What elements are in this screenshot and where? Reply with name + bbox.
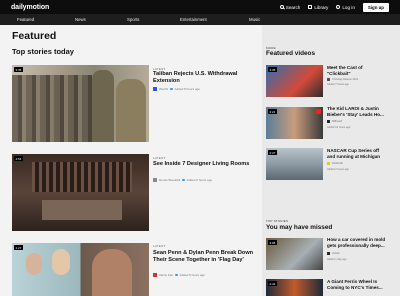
video-thumbnail[interactable]: 3:35 bbox=[266, 65, 323, 97]
crowd-image bbox=[12, 75, 92, 142]
featured-videos-title: Featured videos bbox=[266, 50, 316, 57]
story-thumbnail[interactable]: 1:27 bbox=[12, 243, 149, 296]
story-meta: Vanity Fair Added 5 hours ago bbox=[153, 273, 205, 277]
missed-section-title: You may have missed bbox=[266, 224, 333, 231]
video-title[interactable]: NASCAR Cup Series off and running at Mic… bbox=[327, 148, 387, 159]
verified-icon bbox=[175, 273, 178, 277]
duration-badge: 3:21 bbox=[268, 109, 277, 114]
video-channel-row: Billboard bbox=[327, 120, 342, 123]
video-channel-row: NASCAR bbox=[327, 162, 343, 165]
story-title[interactable]: See Inside 7 Designer Living Rooms bbox=[153, 161, 253, 168]
channel-avatar bbox=[327, 120, 330, 123]
duration-badge: 1:27 bbox=[14, 245, 23, 250]
person-face bbox=[26, 253, 42, 275]
video-time: Added 7 hours ago bbox=[327, 83, 349, 86]
video-channel-row: Insider bbox=[327, 252, 340, 255]
category-nav: Featured News Sports Entertainment Music bbox=[0, 14, 400, 25]
channel-name[interactable]: Insider bbox=[332, 252, 340, 255]
room-image bbox=[32, 162, 132, 192]
login-button[interactable]: Log in bbox=[336, 5, 355, 10]
video-thumbnail[interactable]: 3:21 bbox=[266, 107, 323, 139]
music-badge-icon bbox=[316, 109, 321, 114]
story-meta: Wochit Added 8 hours ago bbox=[153, 87, 200, 91]
search-button[interactable]: Search bbox=[279, 4, 301, 10]
duration-badge: 2:41 bbox=[268, 281, 277, 286]
verified-icon bbox=[170, 87, 173, 91]
library-button[interactable]: Library bbox=[308, 5, 328, 10]
duration-badge: 4:51 bbox=[14, 156, 23, 161]
person-face bbox=[52, 249, 70, 275]
nav-featured[interactable]: Featured bbox=[17, 17, 34, 22]
search-icon bbox=[279, 5, 284, 9]
duration-badge: 3:35 bbox=[14, 67, 23, 72]
story-time: Added 6 hours ago bbox=[186, 178, 213, 182]
video-title[interactable]: A Giant Ferris Wheel Is Coming to NYC's … bbox=[327, 279, 387, 290]
story-kicker: LATEST bbox=[153, 244, 166, 248]
duration-badge: 3:05 bbox=[268, 240, 277, 245]
channel-avatar bbox=[153, 87, 157, 91]
page-title: Featured bbox=[12, 30, 57, 42]
channel-avatar bbox=[153, 273, 157, 277]
video-time: Added 2 hours ago bbox=[327, 168, 349, 171]
channel-name[interactable]: Wochit bbox=[159, 87, 168, 91]
channel-name[interactable]: Billboard bbox=[332, 120, 342, 123]
nav-news[interactable]: News bbox=[75, 17, 86, 22]
video-thumbnail[interactable]: 3:27 bbox=[266, 148, 323, 180]
video-title[interactable]: The Kid LAROI & Justin Bieber's 'Stay' L… bbox=[327, 106, 387, 117]
person-face bbox=[92, 249, 132, 296]
story-time: Added 5 hours ago bbox=[179, 273, 205, 277]
channel-avatar bbox=[327, 162, 330, 165]
dailymotion-logo[interactable]: dailymotion bbox=[11, 4, 49, 11]
video-time: Added 1 day ago bbox=[327, 258, 347, 261]
story-title[interactable]: Sean Penn & Dylan Penn Break Down Their … bbox=[153, 250, 257, 264]
nav-entertainment[interactable]: Entertainment bbox=[180, 17, 207, 22]
video-thumbnail[interactable]: 2:41 bbox=[266, 279, 323, 296]
channel-avatar bbox=[153, 178, 157, 182]
story-title[interactable]: Taliban Rejects U.S. Withdrawal Extensio… bbox=[153, 71, 253, 85]
channel-avatar bbox=[327, 252, 330, 255]
duration-badge: 3:35 bbox=[268, 67, 277, 72]
video-time: Added 14 hours ago bbox=[327, 126, 351, 129]
user-icon bbox=[336, 5, 341, 9]
channel-name[interactable]: Chinwag Alliance 2021 bbox=[332, 78, 358, 81]
channel-name[interactable]: NASCAR bbox=[332, 162, 343, 165]
login-label: Log in bbox=[342, 4, 355, 10]
story-time: Added 8 hours ago bbox=[174, 87, 200, 91]
soldier-figure bbox=[92, 70, 114, 142]
video-channel-row: Chinwag Alliance 2021 bbox=[327, 78, 358, 81]
story-kicker: LATEST bbox=[153, 156, 166, 160]
duration-badge: 3:27 bbox=[268, 150, 277, 155]
nav-music[interactable]: Music bbox=[249, 17, 260, 22]
verified-icon bbox=[182, 178, 185, 182]
signup-button[interactable]: Sign up bbox=[362, 2, 389, 12]
story-thumbnail[interactable]: 4:51 bbox=[12, 154, 149, 231]
missed-section-tag: TOP STORIES bbox=[266, 219, 289, 223]
library-label: Library bbox=[314, 4, 329, 10]
soldier-figure bbox=[116, 79, 146, 142]
search-label: Search bbox=[285, 4, 301, 10]
channel-name[interactable]: Vanity Fair bbox=[159, 273, 173, 277]
top-navbar: dailymotion Search Library Log in Sign u… bbox=[0, 0, 400, 14]
section-title: Top stories today bbox=[12, 47, 74, 56]
library-icon bbox=[308, 5, 313, 9]
channel-name[interactable]: House Beautiful bbox=[159, 178, 180, 182]
video-title[interactable]: How a car covered in mold gets professio… bbox=[327, 237, 387, 248]
story-thumbnail[interactable]: 3:35 bbox=[12, 65, 149, 142]
story-meta: House Beautiful Added 6 hours ago bbox=[153, 178, 212, 182]
nav-sports[interactable]: Sports bbox=[127, 17, 139, 22]
room-image bbox=[42, 200, 122, 220]
video-thumbnail[interactable]: 3:05 bbox=[266, 238, 323, 270]
video-title[interactable]: Meet the Cast of "Clickbait" bbox=[327, 65, 385, 76]
channel-avatar bbox=[327, 78, 330, 81]
